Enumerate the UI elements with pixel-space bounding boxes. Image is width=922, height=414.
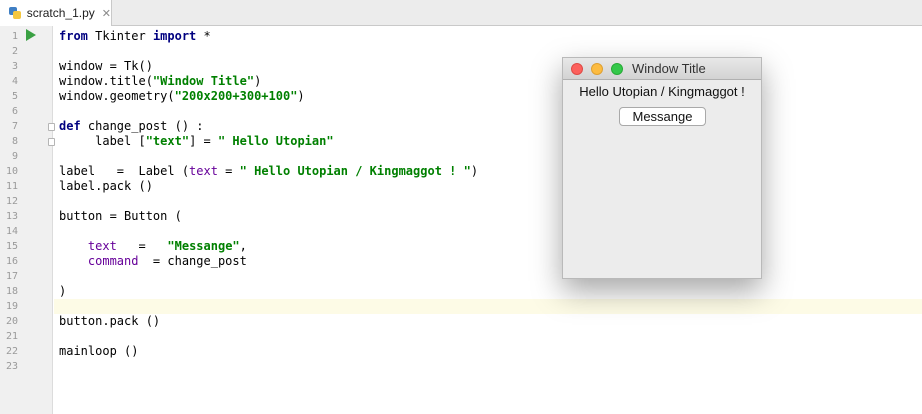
code-line[interactable]: 17 <box>0 269 922 284</box>
code-editor[interactable]: 1 from Tkinter import * 2 3 window = Tk() 4 wi… <box>0 26 922 414</box>
code-line[interactable]: 4 window.title("Window Title") <box>0 74 922 89</box>
fold-marker-icon[interactable] <box>48 123 55 131</box>
code-line[interactable]: 5 window.geometry("200x200+300+100") <box>0 89 922 104</box>
messange-button[interactable]: Messange <box>619 107 706 126</box>
code-line[interactable]: 11 label.pack () <box>0 179 922 194</box>
code-text: label ["text"] = " Hello Utopian" <box>59 134 334 148</box>
line-number: 10 <box>5 166 18 177</box>
code-text: ) <box>59 284 67 298</box>
hello-label: Hello Utopian / Kingmaggot ! <box>579 84 745 99</box>
python-file-icon <box>8 6 22 20</box>
window-titlebar[interactable]: Window Title <box>563 58 761 80</box>
line-number: 14 <box>5 226 18 237</box>
code-line[interactable]: 6 <box>0 104 922 119</box>
code-text: def change_post () : <box>59 119 204 133</box>
code-line[interactable]: 2 <box>0 44 922 59</box>
code-text: label.pack () <box>59 179 153 193</box>
line-number: 7 <box>11 121 18 132</box>
code-text: label = Label (text = " Hello Utopian / … <box>59 164 479 178</box>
run-icon[interactable] <box>26 29 36 41</box>
code-line[interactable]: 1 from Tkinter import * <box>0 29 922 44</box>
line-number: 13 <box>5 211 18 222</box>
line-number: 16 <box>5 256 18 267</box>
line-number: 15 <box>5 241 18 252</box>
line-number: 4 <box>11 76 18 87</box>
tk-app-window: Window Title Hello Utopian / Kingmaggot … <box>562 57 762 279</box>
tab-label: scratch_1.py <box>26 6 95 20</box>
code-text: command = change_post <box>87 254 247 268</box>
tab-close-icon[interactable]: ✕ <box>102 7 111 20</box>
line-number: 22 <box>5 346 18 357</box>
code-line[interactable]: 8 label ["text"] = " Hello Utopian" <box>0 134 922 149</box>
code-text: window.geometry("200x200+300+100") <box>59 89 305 103</box>
line-number: 23 <box>5 361 18 372</box>
code-line[interactable]: 7 def change_post () : <box>0 119 922 134</box>
code-line[interactable]: 15 text = "Messange", <box>0 239 922 254</box>
code-line[interactable]: 21 <box>0 329 922 344</box>
line-number: 20 <box>5 316 18 327</box>
code-line[interactable]: 9 <box>0 149 922 164</box>
code-line[interactable]: 10 label = Label (text = " Hello Utopian … <box>0 164 922 179</box>
code-line[interactable]: 23 <box>0 359 922 374</box>
code-line[interactable]: 18) <box>0 284 922 299</box>
code-text: button.pack () <box>59 314 161 328</box>
line-number: 19 <box>5 301 18 312</box>
maximize-window-icon[interactable] <box>611 63 623 75</box>
code-text: window.title("Window Title") <box>59 74 262 88</box>
code-line[interactable]: 12 <box>0 194 922 209</box>
line-number: 12 <box>5 196 18 207</box>
code-text: from Tkinter import * <box>59 29 211 43</box>
code-text: mainloop () <box>59 344 139 358</box>
line-number: 21 <box>5 331 18 342</box>
editor-tab-bar: scratch_1.py ✕ <box>0 0 922 26</box>
code-line[interactable]: 3 window = Tk() <box>0 59 922 74</box>
line-number: 18 <box>5 286 18 297</box>
window-title: Window Title <box>632 61 706 76</box>
line-number: 11 <box>5 181 18 192</box>
code-line[interactable]: 14 <box>0 224 922 239</box>
code-line[interactable]: 16 command = change_post <box>0 254 922 269</box>
code-line[interactable]: 13 button = Button ( <box>0 209 922 224</box>
close-window-icon[interactable] <box>571 63 583 75</box>
code-text: text = "Messange", <box>87 239 247 253</box>
code-text: window = Tk() <box>59 59 153 73</box>
code-line[interactable]: 19 <box>0 299 922 314</box>
line-number: 6 <box>11 106 18 117</box>
minimize-window-icon[interactable] <box>591 63 603 75</box>
line-number: 2 <box>11 46 18 57</box>
code-line[interactable]: 22 mainloop () <box>0 344 922 359</box>
line-number: 5 <box>11 91 18 102</box>
line-number: 17 <box>5 271 18 282</box>
tab-scratch-file[interactable]: scratch_1.py ✕ <box>0 0 112 26</box>
line-number: 1 <box>11 31 18 42</box>
line-number: 3 <box>11 61 18 72</box>
code-line[interactable]: 20 button.pack () <box>0 314 922 329</box>
caret-line-highlight <box>54 299 922 314</box>
code-text: button = Button ( <box>59 209 182 223</box>
line-number: 9 <box>11 151 18 162</box>
fold-marker-icon[interactable] <box>48 138 55 146</box>
line-number: 8 <box>11 136 18 147</box>
